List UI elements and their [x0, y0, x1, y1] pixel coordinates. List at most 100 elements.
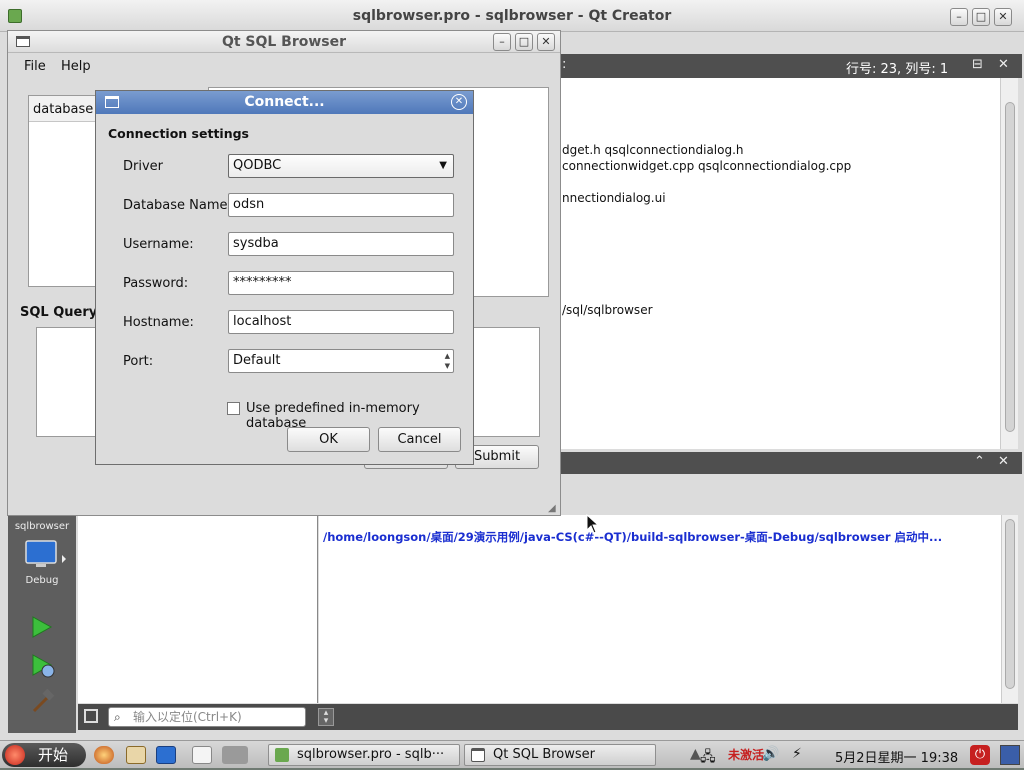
monitor-icon[interactable]	[24, 539, 68, 575]
editor-scroll-thumb[interactable]	[1005, 102, 1015, 432]
username-field[interactable]: sysdba	[228, 232, 454, 256]
start-orb-icon	[5, 745, 25, 765]
port-label: Port:	[123, 354, 154, 369]
workspace-icon[interactable]	[222, 746, 248, 764]
clock: 5月2日星期一 19:38	[835, 751, 959, 766]
sqlbrowser-task-icon	[471, 748, 485, 762]
minimize-icon[interactable]: –	[950, 8, 968, 26]
network-icon[interactable]: 🖧	[700, 746, 716, 770]
task-qtcreator-label: sqlbrowser.pro - sqlb···	[297, 747, 445, 762]
debug-label: Debug	[25, 575, 59, 586]
input-method-icon[interactable]: 未激活	[728, 746, 764, 763]
database-name-label: Database Name:	[123, 198, 232, 213]
file-manager-icon[interactable]	[126, 746, 146, 764]
password-label: Password:	[123, 276, 189, 291]
driver-label: Driver	[123, 159, 164, 174]
dialog-titlebar[interactable]: Connect... ✕	[96, 91, 473, 114]
locator-input[interactable]: ⌕ 输入以定位(Ctrl+K)	[108, 707, 306, 727]
editor-line: nnectiondialog.ui	[562, 191, 666, 205]
locator-placeholder: 输入以定位(Ctrl+K)	[133, 710, 242, 724]
task-sqlbrowser-label: Qt SQL Browser	[493, 747, 596, 762]
status-bar: ⌕ 输入以定位(Ctrl+K) ▴ ▾	[78, 704, 1018, 730]
split-editor-icon[interactable]: ⊟	[972, 57, 983, 72]
editor-line: dget.h qsqlconnectiondialog.h	[562, 143, 744, 157]
close-icon[interactable]: ✕	[537, 33, 555, 51]
qtcreator-title: sqlbrowser.pro - sqlbrowser - Qt Creator	[352, 8, 672, 24]
project-label: sqlbrowser	[14, 521, 70, 532]
task-sqlbrowser[interactable]: Qt SQL Browser	[464, 744, 656, 766]
close-icon[interactable]: ✕	[994, 8, 1012, 26]
application-output-pane[interactable]: /home/loongson/桌面/29演示用例/java-CS(c#--QT)…	[319, 515, 1001, 703]
start-button[interactable]: 开始	[2, 743, 86, 767]
run-icon[interactable]	[30, 615, 54, 639]
hostname-label: Hostname:	[123, 315, 194, 330]
port-value: Default	[233, 353, 281, 368]
search-icon: ⌕	[114, 710, 121, 724]
editor-line: /sql/sqlbrowser	[562, 303, 653, 317]
task-qtcreator[interactable]: sqlbrowser.pro - sqlb···	[268, 744, 460, 766]
power-icon[interactable]: ⏻	[970, 745, 990, 765]
output-scroll-thumb[interactable]	[1005, 519, 1015, 689]
cancel-label: Cancel	[397, 432, 442, 447]
driver-combobox[interactable]: QODBC ▼	[228, 154, 454, 178]
browser-icon[interactable]	[94, 746, 114, 764]
minimize-icon[interactable]: –	[493, 33, 511, 51]
sqlbrowser-title: Qt SQL Browser	[221, 34, 347, 50]
close-panel-icon[interactable]: ✕	[998, 454, 1009, 469]
hostname-field[interactable]: localhost	[228, 310, 454, 334]
maximize-icon[interactable]: □	[515, 33, 533, 51]
debug-run-icon[interactable]	[30, 653, 56, 679]
menubar: File Help	[8, 54, 560, 78]
split-icon[interactable]: :	[562, 57, 566, 72]
qtcreator-titlebar[interactable]: sqlbrowser.pro - sqlbrowser - Qt Creator…	[0, 0, 1024, 32]
database-name-field[interactable]: odsn	[228, 193, 454, 217]
cancel-button[interactable]: Cancel	[378, 427, 461, 452]
desktop-icon[interactable]	[156, 746, 176, 764]
inmemory-checkbox[interactable]	[227, 402, 240, 415]
tree-header[interactable]: database	[29, 96, 97, 122]
ok-button[interactable]: OK	[287, 427, 370, 452]
mouse-cursor-icon	[586, 514, 600, 534]
volume-icon[interactable]: 🔊	[762, 746, 779, 762]
mode-sidebar: sqlbrowser Debug	[8, 515, 76, 733]
taskbar: 开始 sqlbrowser.pro - sqlb··· Qt SQL Brows…	[0, 740, 1024, 768]
sqlbrowser-titlebar[interactable]: Qt SQL Browser – □ ✕	[8, 31, 560, 53]
connect-dialog: Connect... ✕ Connection settings Driver …	[95, 90, 474, 465]
start-label: 开始	[38, 746, 69, 764]
editor-scrollbar[interactable]	[1000, 78, 1018, 449]
maximize-icon[interactable]: □	[972, 8, 990, 26]
database-tree[interactable]: database	[28, 95, 98, 287]
password-field[interactable]: *********	[228, 271, 454, 295]
chevron-down-icon: ▼	[439, 160, 447, 171]
close-editor-icon[interactable]: ✕	[998, 57, 1009, 72]
code-editor[interactable]: dget.h qsqlconnectiondialog.h connection…	[560, 78, 1000, 449]
maximize-panel-icon[interactable]: ⌃	[974, 454, 985, 469]
editor-icon[interactable]	[192, 746, 212, 764]
connection-icon[interactable]: ⚡	[792, 746, 802, 762]
output-left-pane[interactable]	[78, 515, 318, 703]
output-scrollbar[interactable]	[1001, 515, 1018, 703]
build-hammer-icon[interactable]	[30, 689, 56, 715]
menu-file[interactable]: File	[24, 59, 46, 74]
submit-label: Submit	[473, 449, 521, 464]
sql-query-label: SQL Query	[20, 305, 98, 320]
menu-help[interactable]: Help	[61, 59, 91, 74]
username-label: Username:	[123, 237, 194, 252]
show-desktop-icon[interactable]	[1000, 745, 1020, 765]
close-icon[interactable]: ✕	[451, 94, 467, 110]
port-spinbox[interactable]: Default ▲ ▼	[228, 349, 454, 373]
editor-toolbar: : 行号: 23, 列号: 1 ⊟ ✕	[560, 54, 1022, 78]
ok-label: OK	[319, 432, 338, 447]
resize-grip-icon[interactable]: ◢	[548, 503, 556, 514]
sidebar-toggle-icon[interactable]	[84, 709, 98, 723]
output-toolbar: ⌃ ✕	[560, 452, 1022, 474]
driver-value: QODBC	[233, 158, 282, 173]
cursor-position: 行号: 23, 列号: 1	[846, 62, 949, 77]
dialog-title: Connect...	[244, 94, 325, 110]
qtcreator-task-icon	[275, 748, 289, 762]
spin-arrows-icon[interactable]: ▲ ▼	[445, 351, 450, 371]
connection-settings-heading: Connection settings	[108, 126, 249, 141]
output-filter-area	[560, 474, 1022, 508]
panel-selector-icon[interactable]: ▴ ▾	[318, 708, 334, 726]
editor-line: connectionwidget.cpp qsqlconnectiondialo…	[562, 159, 852, 173]
